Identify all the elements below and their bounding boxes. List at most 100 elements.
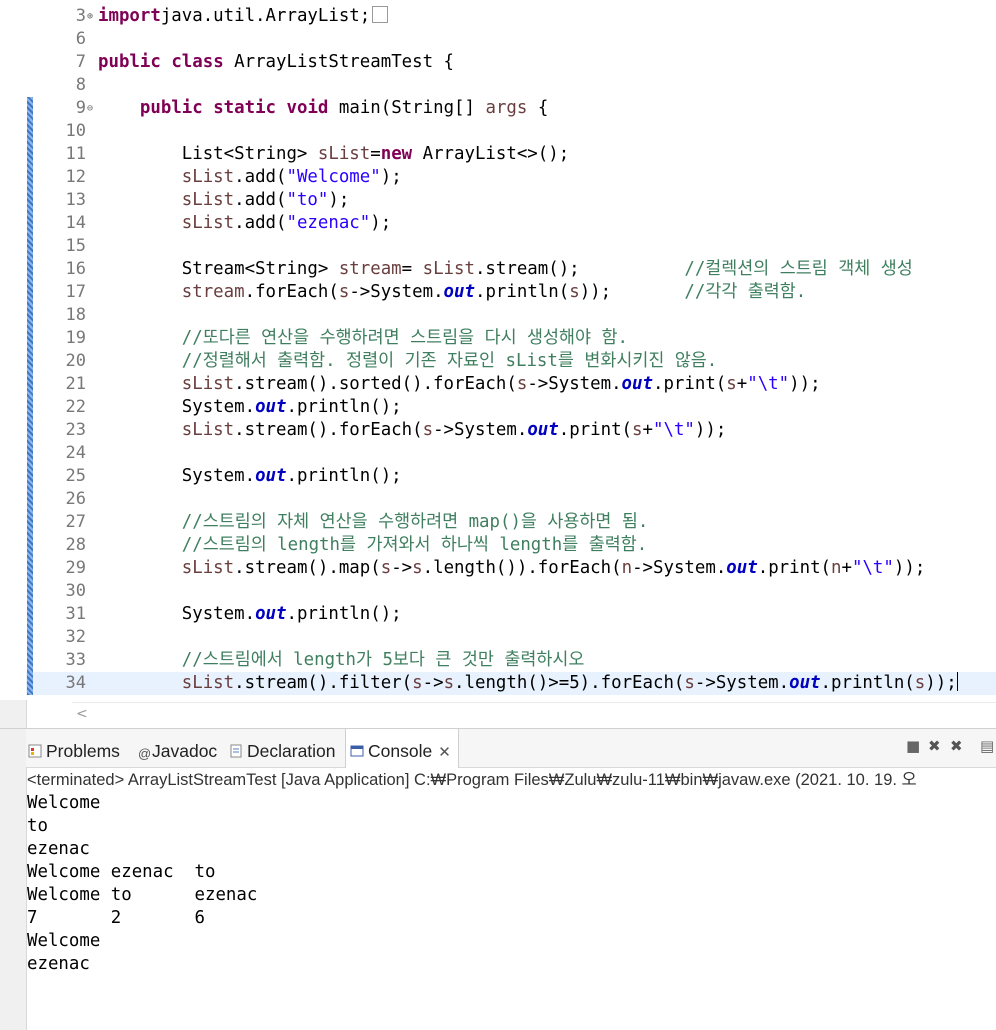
tab-label: Declaration <box>247 741 336 761</box>
code-line[interactable]: 15 <box>26 235 996 258</box>
tab-console[interactable]: Console ✕ <box>345 729 459 768</box>
code-line[interactable]: 24 <box>26 442 996 465</box>
clear-console-icon[interactable]: ▤ <box>980 737 994 755</box>
line-number: 3 <box>75 6 86 26</box>
tab-problems[interactable]: Problems <box>28 729 120 767</box>
line-number: 32 <box>65 627 86 647</box>
code-text: //스트림에서 length가 5보다 큰 것만 출력하시오 <box>181 650 585 670</box>
console-line: Welcome <box>27 931 101 951</box>
tab-label: Problems <box>46 741 120 761</box>
line-number: 18 <box>65 305 86 325</box>
code-line[interactable]: 20 //정렬해서 출력함. 정렬이 기존 자료인 sList를 변화시키진 않… <box>26 350 996 373</box>
code-line[interactable]: 12 sList.add("Welcome"); <box>26 166 996 189</box>
remove-launch-icon[interactable]: ✖ <box>928 737 941 755</box>
line-number: 10 <box>65 121 86 141</box>
change-marker <box>27 442 33 465</box>
change-marker <box>27 212 33 235</box>
code-line[interactable]: 21 sList.stream().sorted().forEach(s->Sy… <box>26 373 996 396</box>
console-line: ezenac <box>27 839 90 859</box>
code-line[interactable]: 26 <box>26 488 996 511</box>
javadoc-icon: @ <box>138 746 152 761</box>
code-line[interactable]: 31 System.out.println(); <box>26 603 996 626</box>
code-line[interactable]: 28 //스트림의 length를 가져와서 하나씩 length를 출력함. <box>26 534 996 557</box>
code-line[interactable]: 30 <box>26 580 996 603</box>
console-icon <box>350 730 364 757</box>
console-line: Welcome <box>27 793 101 813</box>
code-line[interactable]: 7 public class ArrayListStreamTest { <box>26 51 996 74</box>
code-text: sList.stream().map(s->s.length()).forEac… <box>181 558 926 578</box>
tab-label: Console <box>368 741 433 761</box>
console-line: ezenac <box>27 954 90 974</box>
code-line[interactable]: 18 <box>26 304 996 327</box>
line-number: 24 <box>65 443 86 463</box>
change-marker <box>27 166 33 189</box>
remove-all-launches-icon[interactable]: ✖ <box>950 737 963 755</box>
code-line[interactable]: 27 //스트림의 자체 연산을 수행하려면 map()을 사용하면 됨. <box>26 511 996 534</box>
change-marker <box>27 511 33 534</box>
code-text: sList.stream().forEach(s->System.out.pri… <box>181 420 727 440</box>
code-line[interactable]: 3 ⊕ importjava.util.ArrayList; <box>26 5 996 28</box>
code-text: sList.add("to"); <box>181 190 350 210</box>
code-line[interactable]: 22 System.out.println(); <box>26 396 996 419</box>
change-marker <box>27 143 33 166</box>
code-text: sList.stream().filter(s->s.length()>=5).… <box>181 672 958 693</box>
code-line[interactable]: 10 <box>26 120 996 143</box>
code-text: stream.forEach(s->System.out.println(s))… <box>181 282 807 302</box>
change-marker <box>27 258 33 281</box>
tab-declaration[interactable]: Declaration <box>229 729 336 767</box>
editor-horizontal-scrollbar[interactable]: < <box>72 702 996 725</box>
code-editor[interactable]: 3 ⊕ importjava.util.ArrayList; 6 7 public cla… <box>0 0 996 700</box>
code-line[interactable]: 32 <box>26 626 996 649</box>
line-number: 33 <box>65 650 86 670</box>
line-number: 9 <box>75 98 86 118</box>
scroll-left-icon[interactable]: < <box>76 703 88 725</box>
line-number: 15 <box>65 236 86 256</box>
line-number: 22 <box>65 397 86 417</box>
folded-imports-icon[interactable] <box>372 6 389 23</box>
code-text: //또다른 연산을 수행하려면 스트림을 다시 생성해야 함. <box>181 328 628 348</box>
line-number: 8 <box>75 75 86 95</box>
code-line[interactable]: 13 sList.add("to"); <box>26 189 996 212</box>
code-line[interactable]: 6 <box>26 28 996 51</box>
change-marker <box>27 189 33 212</box>
code-text: public static void main(String[] args { <box>139 98 549 118</box>
code-line[interactable]: 14 sList.add("ezenac"); <box>26 212 996 235</box>
console-output[interactable]: Welcome to ezenac Welcome ezenac to Welcome … <box>27 792 996 976</box>
code-text: List<String> sList=new ArrayList<>(); <box>98 144 570 164</box>
code-line[interactable]: 8 <box>26 74 996 97</box>
change-marker <box>27 465 33 488</box>
change-marker <box>27 672 33 695</box>
line-number: 7 <box>75 52 86 72</box>
code-line[interactable]: 17 stream.forEach(s->System.out.println(… <box>26 281 996 304</box>
expand-fold-icon[interactable]: ⊕ <box>87 5 97 28</box>
line-number: 25 <box>65 466 86 486</box>
line-number: 34 <box>65 673 86 693</box>
change-marker <box>27 120 33 143</box>
code-line[interactable]: 16 Stream<String> stream= sList.stream()… <box>26 258 996 281</box>
code-line[interactable]: 33 //스트림에서 length가 5보다 큰 것만 출력하시오 <box>26 649 996 672</box>
terminate-icon[interactable]: ■ <box>906 737 920 755</box>
tab-javadoc[interactable]: @Javadoc <box>138 729 217 767</box>
code-line[interactable]: 23 sList.stream().forEach(s->System.out.… <box>26 419 996 442</box>
code-line[interactable]: 29 sList.stream().map(s->s.length()).for… <box>26 557 996 580</box>
code-line[interactable]: 19 //또다른 연산을 수행하려면 스트림을 다시 생성해야 함. <box>26 327 996 350</box>
tab-label: Javadoc <box>152 741 218 761</box>
code-line[interactable]: 9 ⊖ public static void main(String[] args… <box>26 97 996 120</box>
code-line[interactable]: 11 List<String> sList=new ArrayList<>(); <box>26 143 996 166</box>
change-marker <box>27 350 33 373</box>
console-line: Welcome to ezenac <box>27 885 258 905</box>
line-number: 14 <box>65 213 86 233</box>
code-line[interactable]: 25 System.out.println(); <box>26 465 996 488</box>
close-icon[interactable]: ✕ <box>438 744 451 761</box>
change-marker <box>27 626 33 649</box>
code-line[interactable]: 34 sList.stream().filter(s->s.length()>=… <box>26 672 996 695</box>
change-marker <box>27 97 33 120</box>
change-marker <box>27 649 33 672</box>
console-line: 7 2 6 <box>27 908 205 928</box>
change-marker <box>27 557 33 580</box>
code-text: sList.add("Welcome"); <box>181 167 402 187</box>
code-text: //스트림의 length를 가져와서 하나씩 length를 출력함. <box>181 535 648 555</box>
change-marker <box>27 603 33 626</box>
change-marker <box>27 419 33 442</box>
collapse-fold-icon[interactable]: ⊖ <box>87 97 97 120</box>
